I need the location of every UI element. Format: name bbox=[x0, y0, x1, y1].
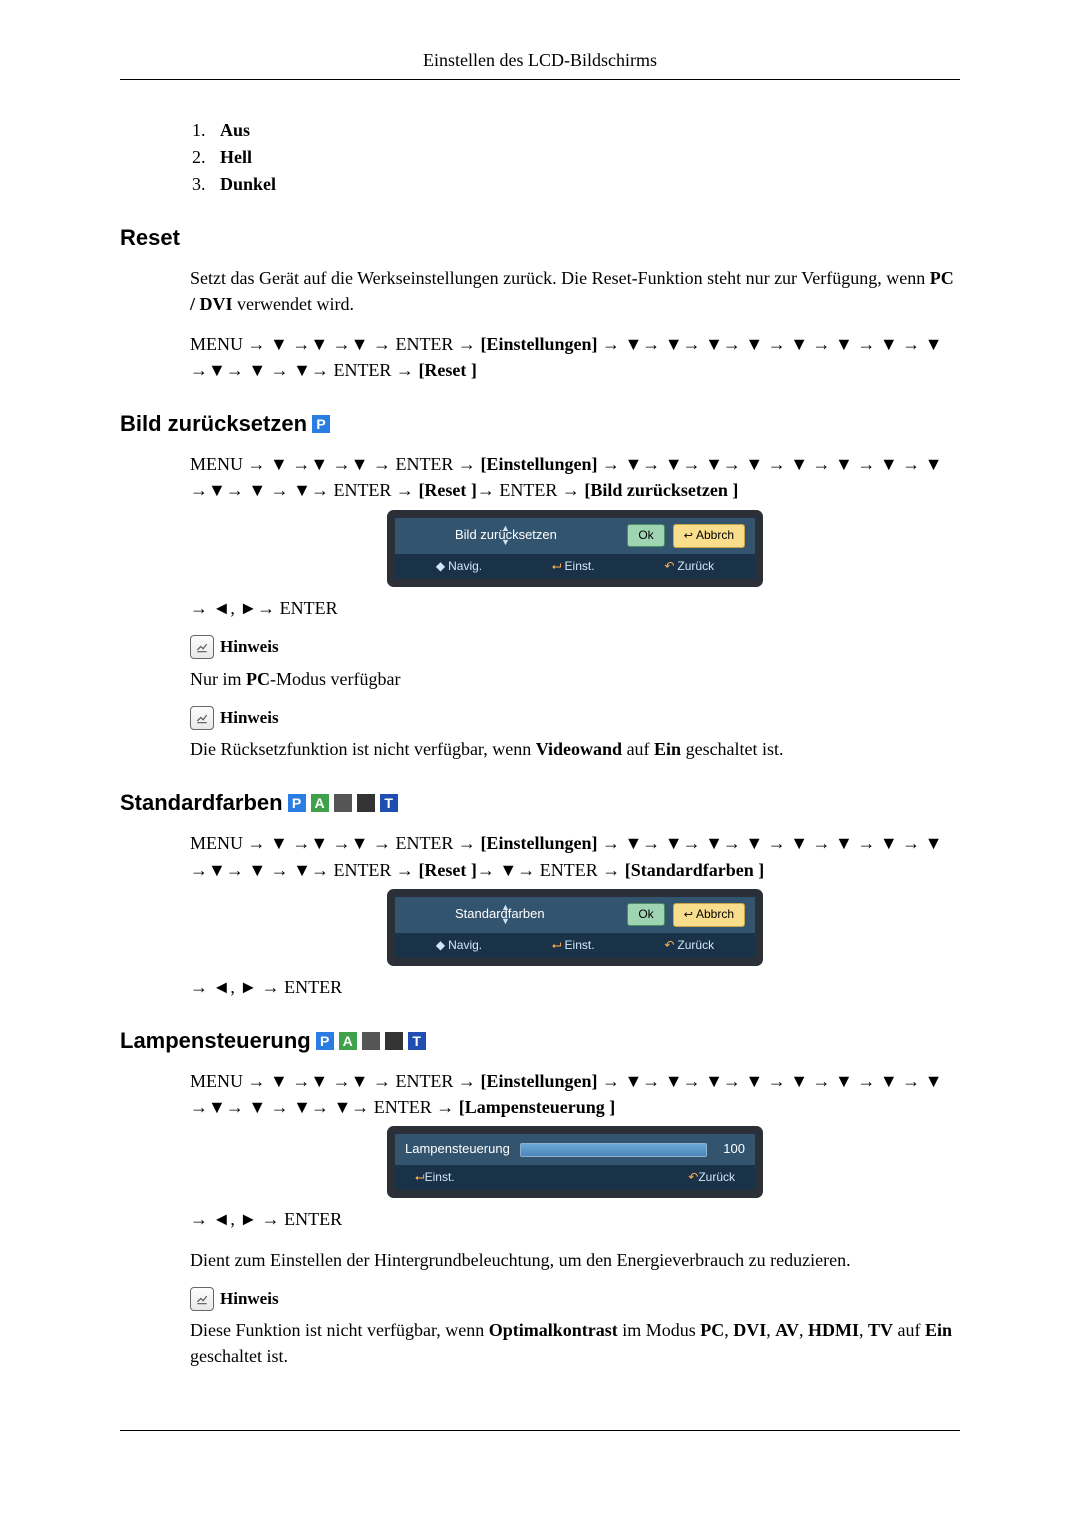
mode-badge-t: T bbox=[408, 1032, 426, 1050]
note-label: Hinweis bbox=[220, 706, 279, 731]
osd-ok-button[interactable]: Ok bbox=[627, 524, 664, 547]
arrow-down-icon: ▼ bbox=[501, 536, 510, 549]
mode-badge-p: P bbox=[312, 415, 330, 433]
osd-nav-hint: Navig. bbox=[436, 937, 482, 954]
osd-title: ▲ Bild zurücksetzen ▼ bbox=[405, 526, 619, 545]
list-item: Hell bbox=[210, 147, 960, 168]
page-header: Einstellen des LCD-Bildschirms bbox=[120, 50, 960, 80]
lamp-desc: Dient zum Einstellen der Hintergrundbele… bbox=[190, 1247, 960, 1273]
bild-note1: Nur im PC-Modus verfügbar bbox=[190, 666, 960, 692]
osd-title: ▲ Standardfarben ▼ bbox=[405, 905, 619, 924]
osd-slider[interactable] bbox=[520, 1143, 707, 1157]
osd-cancel-button[interactable]: Abbrch bbox=[673, 903, 745, 927]
osd-slider-value: 100 bbox=[717, 1140, 745, 1159]
section-heading-reset: Reset bbox=[120, 225, 960, 251]
osd-enter-hint: Einst. bbox=[415, 1169, 455, 1186]
osd-cancel-button[interactable]: Abbrch bbox=[673, 524, 745, 548]
note-label: Hinweis bbox=[220, 635, 279, 660]
lamp-note: Diese Funktion ist nicht verfügbar, wenn… bbox=[190, 1317, 960, 1369]
osd-title: Lampensteuerung bbox=[405, 1140, 510, 1159]
mode-badge-a: A bbox=[339, 1032, 357, 1050]
osd-bild: ▲ Bild zurücksetzen ▼ Ok Abbrch Navig. E… bbox=[395, 518, 755, 579]
lamp-post: → ◄, ► → ENTER bbox=[190, 1206, 960, 1232]
osd-back-hint: Zurück bbox=[664, 937, 714, 954]
reset-desc: Setzt das Gerät auf die Werkseinstellung… bbox=[190, 265, 960, 317]
mode-badge-dark bbox=[362, 1032, 380, 1050]
option-list: Aus Hell Dunkel bbox=[210, 120, 960, 195]
mode-badge-t: T bbox=[380, 794, 398, 812]
osd-standard: ▲ Standardfarben ▼ Ok Abbrch Navig. Eins… bbox=[395, 897, 755, 958]
list-item: Dunkel bbox=[210, 174, 960, 195]
mode-badge-p: P bbox=[316, 1032, 334, 1050]
bild-post: → ◄, ►→ ENTER bbox=[190, 595, 960, 621]
note-icon bbox=[190, 635, 214, 659]
standard-post: → ◄, ► → ENTER bbox=[190, 974, 960, 1000]
section-heading-bild: Bild zurücksetzen P bbox=[120, 411, 960, 437]
mode-badge-a: A bbox=[311, 794, 329, 812]
footer-rule bbox=[120, 1430, 960, 1431]
mode-badge-dark bbox=[385, 1032, 403, 1050]
lamp-sequence: MENU → ▼ →▼ →▼ → ENTER → [Einstellungen]… bbox=[190, 1068, 960, 1120]
mode-badge-p: P bbox=[288, 794, 306, 812]
arrow-up-icon: ▲ bbox=[501, 522, 510, 535]
note-label: Hinweis bbox=[220, 1287, 279, 1312]
osd-back-hint: Zurück bbox=[688, 1169, 735, 1186]
arrow-down-icon: ▼ bbox=[501, 915, 510, 928]
osd-enter-hint: Einst. bbox=[552, 558, 595, 575]
section-heading-lamp: Lampensteuerung P A T bbox=[120, 1028, 960, 1054]
standard-sequence: MENU → ▼ →▼ →▼ → ENTER → [Einstellungen]… bbox=[190, 830, 960, 882]
bild-note2: Die Rücksetzfunktion ist nicht verfügbar… bbox=[190, 736, 960, 762]
arrow-up-icon: ▲ bbox=[501, 901, 510, 914]
mode-badge-dark bbox=[357, 794, 375, 812]
osd-enter-hint: Einst. bbox=[552, 937, 595, 954]
osd-nav-hint: Navig. bbox=[436, 558, 482, 575]
osd-back-hint: Zurück bbox=[664, 558, 714, 575]
bild-sequence: MENU → ▼ →▼ →▼ → ENTER → [Einstellungen]… bbox=[190, 451, 960, 503]
list-item: Aus bbox=[210, 120, 960, 141]
note-icon bbox=[190, 1287, 214, 1311]
section-heading-standard: Standardfarben P A T bbox=[120, 790, 960, 816]
mode-badge-dark bbox=[334, 794, 352, 812]
osd-lamp: Lampensteuerung 100 Einst. Zurück bbox=[395, 1134, 755, 1190]
note-icon bbox=[190, 706, 214, 730]
osd-ok-button[interactable]: Ok bbox=[627, 903, 664, 926]
reset-sequence: MENU → ▼ →▼ →▼ → ENTER → [Einstellungen]… bbox=[190, 331, 960, 383]
